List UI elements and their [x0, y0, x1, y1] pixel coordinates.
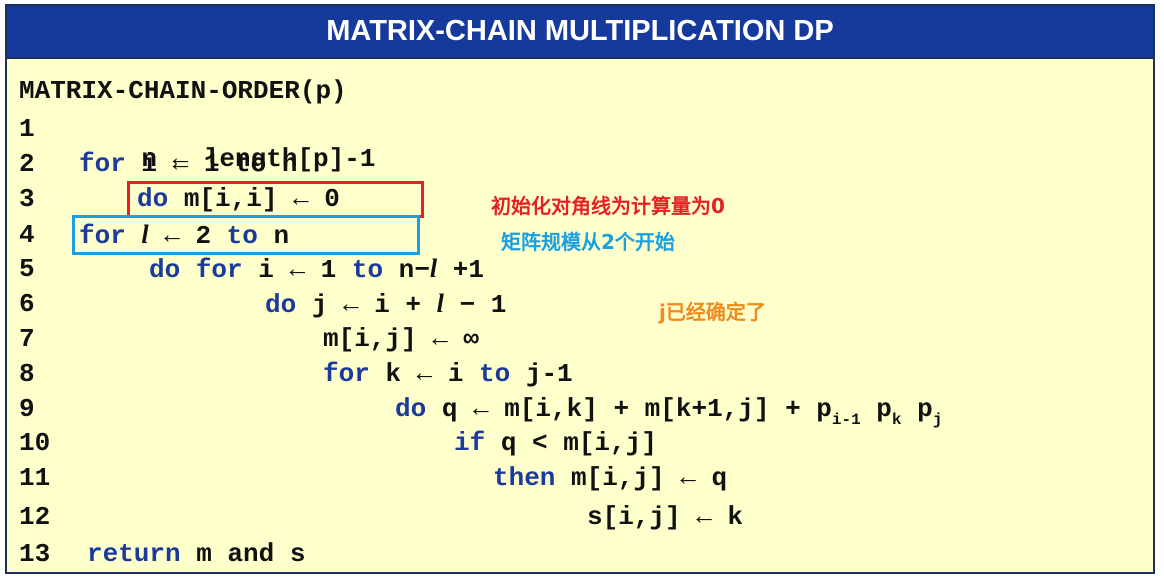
keyword: do — [395, 394, 427, 424]
subscript: i-1 — [831, 411, 861, 429]
line-number: 7 — [19, 324, 35, 354]
code-text: q < m[i,j] — [485, 428, 657, 458]
line-number: 13 — [19, 539, 51, 569]
code-text: m[i,j] ← q — [555, 463, 728, 493]
slide-panel: MATRIX-CHAIN MULTIPLICATION DP MATRIX-CH… — [5, 4, 1155, 574]
title-bar: MATRIX-CHAIN MULTIPLICATION DP — [7, 6, 1153, 59]
code-line-9: do q ← m[i,k] + m[k+1,j] + pi-1 pk pj — [395, 394, 943, 429]
keyword: to — [351, 255, 384, 285]
code-text: j-1 — [510, 359, 573, 389]
algorithm-heading: MATRIX-CHAIN-ORDER(p) — [19, 76, 347, 106]
code-text: − 1 — [443, 290, 507, 320]
keyword: for — [79, 149, 126, 179]
blue-highlight-box — [72, 215, 420, 255]
line-number: 4 — [19, 220, 35, 250]
code-line-2: for i ← 1 to n — [79, 149, 297, 179]
line-number: 1 — [19, 114, 35, 144]
code-line-12: s[i,j] ← k — [587, 502, 743, 532]
code-line-10: if q < m[i,j] — [454, 428, 657, 458]
keyword: for — [195, 255, 243, 285]
code-text: j ← i + — [296, 290, 437, 320]
code-text: q ← m[i,k] + m[k+1,j] + p — [426, 394, 832, 424]
subscript: j — [932, 411, 943, 429]
line-number: 12 — [19, 502, 51, 532]
keyword: then — [493, 463, 556, 493]
red-highlight-box — [127, 181, 424, 218]
code-text: p — [901, 394, 933, 424]
line-number: 11 — [19, 463, 51, 493]
code-line-5: do for i ← 1 to n−l +1 — [149, 254, 484, 285]
code-text: i ← 1 to n — [125, 149, 298, 179]
line-number: 10 — [19, 428, 51, 458]
line-number: 3 — [19, 184, 35, 214]
code-line-11: then m[i,j] ← q — [493, 463, 727, 493]
keyword: do — [265, 290, 297, 320]
code-text: s[i,j] ← k — [587, 502, 744, 532]
code-line-8: for k ← i to j-1 — [323, 359, 573, 389]
subscript: k — [891, 411, 902, 429]
annotation-red: 初始化对角线为计算量为0 — [491, 194, 725, 218]
keyword: to — [479, 359, 511, 389]
code-line-7: m[i,j] ← ∞ — [323, 324, 479, 354]
code-text: i ← 1 — [242, 255, 352, 285]
keyword: do — [149, 255, 181, 285]
code-line-6: do j ← i + l − 1 — [265, 289, 506, 320]
keyword: for — [323, 359, 370, 389]
keyword: return — [87, 539, 181, 569]
line-number: 9 — [19, 394, 35, 424]
line-number: 5 — [19, 254, 35, 284]
code-text: m and s — [180, 539, 306, 569]
line-number: 6 — [19, 289, 35, 319]
code-text: m[i,j] ← ∞ — [323, 324, 480, 354]
code-text: n− — [383, 255, 430, 285]
keyword: if — [454, 428, 486, 458]
annotation-blue: 矩阵规模从2个开始 — [501, 230, 675, 254]
code-text: k ← i — [369, 359, 480, 389]
code-text: +1 — [437, 255, 484, 285]
line-number: 8 — [19, 359, 35, 389]
annotation-orange: j已经确定了 — [659, 300, 766, 324]
code-text: p — [860, 394, 892, 424]
line-number: 2 — [19, 149, 35, 179]
code-line-13: return m and s — [87, 539, 305, 569]
slide-title: MATRIX-CHAIN MULTIPLICATION DP — [326, 15, 834, 47]
variable-l: l — [436, 289, 444, 318]
